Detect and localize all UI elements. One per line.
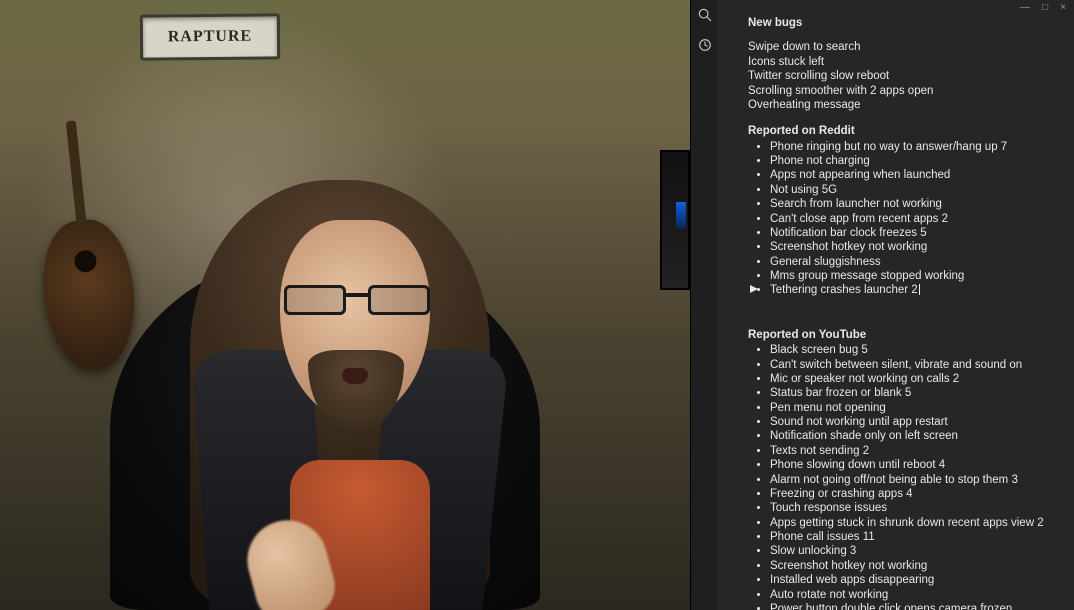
notes-line: Icons stuck left <box>748 55 1056 69</box>
background-tv <box>660 150 690 290</box>
list-item: Mic or speaker not working on calls 2 <box>770 372 1056 386</box>
list-item: Can't switch between silent, vibrate and… <box>770 358 1056 372</box>
list-item: Texts not sending 2 <box>770 444 1056 458</box>
list-item: Phone call issues 11 <box>770 530 1056 544</box>
list-item: Apps not appearing when launched <box>770 168 1056 182</box>
maximize-button[interactable]: □ <box>1042 2 1050 13</box>
list-item: Search from launcher not working <box>770 197 1056 211</box>
list-item: Auto rotate not working <box>770 588 1056 602</box>
list-item: Can't close app from recent apps 2 <box>770 212 1056 226</box>
list-item: Touch response issues <box>770 501 1056 515</box>
minimize-button[interactable]: — <box>1020 2 1032 13</box>
list-item: Not using 5G <box>770 183 1056 197</box>
list-item: Phone slowing down until reboot 4 <box>770 458 1056 472</box>
notes-title: New bugs <box>748 16 1056 30</box>
list-item: Alarm not going off/not being able to st… <box>770 473 1056 487</box>
background-guitar <box>36 216 141 375</box>
section-heading: Reported on Reddit <box>748 124 1056 138</box>
list-item: Notification bar clock freezes 5 <box>770 226 1056 240</box>
list-item: Mms group message stopped working <box>770 269 1056 283</box>
history-icon[interactable] <box>696 36 714 54</box>
list-item: Pen menu not opening <box>770 401 1056 415</box>
list-item: General sluggishness <box>770 255 1056 269</box>
list-item: Notification shade only on left screen <box>770 429 1056 443</box>
app-root: RAPTURE — □ <box>0 0 1074 610</box>
notes-line: Overheating message <box>748 98 1056 112</box>
window-controls: — □ × <box>1020 2 1068 13</box>
side-toolstrip <box>690 0 718 610</box>
cursor-marker-icon <box>749 284 759 294</box>
search-icon[interactable] <box>696 6 714 24</box>
list-item: Screenshot hotkey not working <box>770 559 1056 573</box>
bullet-list: Black screen bug 5Can't switch between s… <box>748 343 1056 610</box>
list-item: Black screen bug 5 <box>770 343 1056 357</box>
list-item: Installed web apps disappearing <box>770 573 1056 587</box>
close-button[interactable]: × <box>1060 2 1068 13</box>
section-heading: Reported on YouTube <box>748 328 1056 342</box>
notes-line: Twitter scrolling slow reboot <box>748 69 1056 83</box>
notes-line: Scrolling smoother with 2 apps open <box>748 84 1056 98</box>
list-item: Apps getting stuck in shrunk down recent… <box>770 516 1056 530</box>
list-item: Tethering crashes launcher 2 <box>770 283 1056 297</box>
bullet-list: Phone ringing but no way to answer/hang … <box>748 140 1056 298</box>
video-pane: RAPTURE <box>0 0 690 610</box>
list-item: Sound not working until app restart <box>770 415 1056 429</box>
list-item: Screenshot hotkey not working <box>770 240 1056 254</box>
background-sign: RAPTURE <box>140 13 280 60</box>
list-item: Phone ringing but no way to answer/hang … <box>770 140 1056 154</box>
list-item: Freezing or crashing apps 4 <box>770 487 1056 501</box>
list-item: Power button double click opens camera f… <box>770 602 1056 610</box>
list-item: Slow unlocking 3 <box>770 544 1056 558</box>
list-item: Status bar frozen or blank 5 <box>770 386 1056 400</box>
notes-pane[interactable]: — □ × New bugs Swipe down to searchIcons … <box>718 0 1074 610</box>
list-item: Phone not charging <box>770 154 1056 168</box>
notes-content[interactable]: New bugs Swipe down to searchIcons stuck … <box>718 0 1074 610</box>
notes-line: Swipe down to search <box>748 40 1056 54</box>
